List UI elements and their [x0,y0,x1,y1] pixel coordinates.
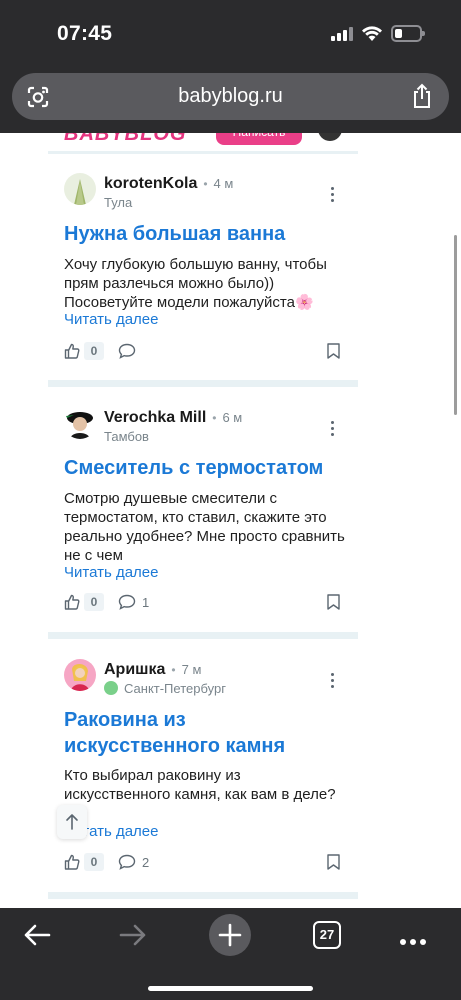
author-avatar[interactable] [64,173,96,205]
comment-icon[interactable] [118,594,136,610]
comment-count: 2 [142,855,150,870]
more-options-icon[interactable] [330,187,336,203]
post-title[interactable]: Раковина из искусственного камня [64,707,344,759]
bookmark-icon[interactable] [327,594,340,610]
bookmark-icon[interactable] [327,854,340,870]
author-city: Тамбов [104,429,149,444]
share-icon[interactable] [411,83,433,109]
new-tab-button[interactable] [209,914,251,956]
author-avatar[interactable] [64,407,96,439]
comment-icon[interactable] [118,854,136,870]
post-excerpt: Смотрю душевые смесители с термостатом, … [64,490,345,564]
like-count: 0 [84,342,104,360]
post-excerpt: Хочу глубокую большую ванну, чтобы прям … [64,256,327,311]
cellular-signal-icon [331,27,353,41]
comment-count: 1 [142,595,150,610]
author-city: Тула [104,195,133,210]
like-icon[interactable] [64,594,80,610]
card-separator [48,632,358,639]
forward-arrow-icon[interactable] [118,922,148,948]
wifi-icon [362,26,382,41]
address-bar[interactable]: babyblog.ru [12,73,449,120]
author-name-text[interactable]: Verochka Mill [104,409,206,426]
post-card: Verochka Mill • 6 м Тамбов Смеситель с тер… [48,395,358,615]
site-header: BABYBLOG Написать [48,133,360,145]
home-indicator [148,986,313,991]
author-name[interactable]: Verochka Mill • 6 м [104,409,242,427]
post-card: korotenKola • 4 м Тула Нужна большая ванна… [48,161,358,381]
tab-switcher-button[interactable]: 27 [313,921,341,949]
arrow-up-icon [66,814,78,830]
plus-icon [218,923,242,947]
site-logo[interactable]: BABYBLOG [64,133,186,146]
author-name[interactable]: korotenKola • 4 м [104,175,233,193]
bookmark-icon[interactable] [327,343,340,359]
status-time: 07:45 [57,22,113,45]
card-separator [48,892,358,899]
author-city-text: Санкт-Петербург [124,681,226,696]
url-text[interactable]: babyblog.ru [12,85,449,108]
comment-icon[interactable] [118,343,136,359]
post-excerpt: Кто выбирал раковину из искусственного к… [64,767,336,803]
write-button[interactable]: Написать [216,133,302,145]
battery-icon [391,25,425,42]
author-city: Санкт-Петербург [104,681,226,696]
author-name-text[interactable]: korotenKola [104,175,197,192]
like-count: 0 [84,853,104,871]
back-arrow-icon[interactable] [22,922,52,948]
author-avatar[interactable] [64,659,96,691]
author-name[interactable]: Аришка • 7 м [104,661,201,679]
post-time: 4 м [213,176,234,191]
more-options-icon[interactable] [330,421,336,437]
page-scrollbar[interactable] [454,235,457,415]
web-content: BABYBLOG Написать korotenKola•4 м Тула Н… [0,133,461,908]
user-avatar[interactable] [318,133,342,141]
browser-top-bar: 07:45 babyblog.ru [0,0,461,133]
card-separator [48,380,358,387]
read-more-link[interactable]: Читать далее [64,564,158,581]
author-name-text[interactable]: Аришка [104,661,165,678]
header-divider [48,151,358,154]
scroll-to-top-button[interactable] [57,805,87,839]
like-icon[interactable] [64,343,80,359]
read-more-link[interactable]: Читать далее [64,311,158,328]
like-icon[interactable] [64,854,80,870]
post-card: Аришка • 7 м Санкт-Петербург Раковина из и… [48,647,358,897]
clock-status-icon [104,681,118,695]
browser-bottom-toolbar: 27 [0,908,461,1000]
post-title[interactable]: Нужна большая ванна [64,221,344,247]
post-time: 6 м [222,410,243,425]
like-count: 0 [84,593,104,611]
more-options-icon[interactable] [330,673,336,689]
post-title[interactable]: Смеситель с термостатом [64,455,344,481]
post-time: 7 м [181,662,202,677]
more-menu-icon[interactable] [400,932,430,945]
page: 07:45 babyblog.ru BABYBLOG korotenKola •… [0,0,461,1000]
